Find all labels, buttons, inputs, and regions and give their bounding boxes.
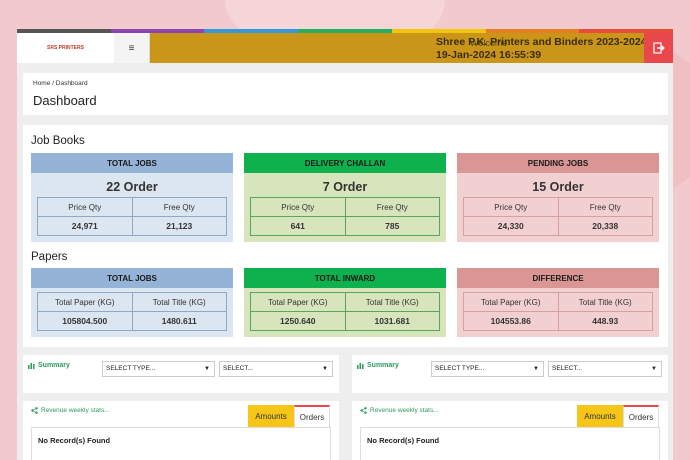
card-header: PENDING JOBS xyxy=(457,153,659,173)
price-qty-label: Price Qty xyxy=(37,197,133,217)
revenue-panel: No Record(s) Found xyxy=(31,427,331,460)
paper-total-jobs-card: TOTAL JOBS Total Paper (KG) Total Title (… xyxy=(31,268,233,337)
price-qty-value: 641 xyxy=(250,216,346,236)
revenue-label: Revenue weekly stats... xyxy=(360,407,439,414)
summary-label-text: Summary xyxy=(367,362,399,369)
summary-label-text: Summary xyxy=(38,362,70,369)
app-logo[interactable]: SRS PRINTERS xyxy=(17,33,114,63)
breadcrumb[interactable]: Home / Dashboard xyxy=(33,80,88,87)
chevron-down-icon: ▼ xyxy=(651,366,657,372)
bar-chart-icon xyxy=(357,363,364,369)
dashboard-stats-card: Job Books TOTAL JOBS 22 Order Price Qty F… xyxy=(23,125,668,347)
qty-table: Price Qty Free Qty 24,971 21,123 xyxy=(37,197,227,236)
free-qty-label: Free Qty xyxy=(344,197,440,217)
card-header: DELIVERY CHALLAN xyxy=(244,153,446,173)
logo-text: SRS PRINTERS xyxy=(47,45,84,51)
total-title-label: Total Title (KG) xyxy=(344,292,440,312)
bar-chart-icon xyxy=(28,363,35,369)
total-title-label: Total Title (KG) xyxy=(557,292,653,312)
share-icon xyxy=(31,407,38,414)
price-qty-label: Price Qty xyxy=(463,197,559,217)
total-title-value: 1480.611 xyxy=(131,311,227,331)
select-type-dropdown[interactable]: SELECT TYPE... ▼ xyxy=(102,361,215,377)
tab-amounts[interactable]: Amounts xyxy=(248,405,294,427)
papers-title: Papers xyxy=(31,251,68,263)
revenue-panel: No Record(s) Found xyxy=(360,427,660,460)
total-paper-label: Total Paper (KG) xyxy=(37,292,133,312)
price-qty-label: Price Qty xyxy=(250,197,346,217)
price-qty-value: 24,971 xyxy=(37,216,133,236)
revenue-label-text: Revenue weekly stats... xyxy=(41,407,110,414)
total-paper-label: Total Paper (KG) xyxy=(250,292,346,312)
chevron-down-icon: ▼ xyxy=(533,366,539,372)
hamburger-icon: ≡ xyxy=(128,42,135,54)
revenue-card: Revenue weekly stats... Amounts Orders N… xyxy=(352,401,668,460)
total-jobs-card: TOTAL JOBS 22 Order Price Qty Free Qty 24… xyxy=(31,153,233,242)
summary-label: Summary xyxy=(357,362,399,369)
select-value: SELECT... xyxy=(223,365,253,372)
total-paper-label: Total Paper (KG) xyxy=(463,292,559,312)
select-dropdown[interactable]: SELECT... ▼ xyxy=(548,361,662,377)
qty-table: Price Qty Free Qty 24,330 20,338 xyxy=(463,197,653,236)
card-header: DIFFERENCE xyxy=(457,268,659,288)
order-count: 7 Order xyxy=(322,180,368,194)
card-header: TOTAL INWARD xyxy=(244,268,446,288)
summary-card: Summary SELECT TYPE... ▼ SELECT... ▼ xyxy=(352,355,668,393)
app-window: SRS PRINTERS ≡ Welcome Shree P.K. Printe… xyxy=(17,29,673,460)
qty-table: Price Qty Free Qty 641 785 xyxy=(250,197,440,236)
sidebar-toggle-button[interactable]: ≡ xyxy=(114,33,150,63)
order-count: 15 Order xyxy=(532,180,584,194)
card-header: TOTAL JOBS xyxy=(31,268,233,288)
select-value: SELECT... xyxy=(552,365,582,372)
tab-orders[interactable]: Orders xyxy=(294,405,330,427)
paper-table: Total Paper (KG) Total Title (KG) 104553.… xyxy=(463,292,653,331)
breadcrumb-card: Home / Dashboard Dashboard xyxy=(23,73,668,115)
pending-jobs-card: PENDING JOBS 15 Order Price Qty Free Qty … xyxy=(457,153,659,242)
revenue-label: Revenue weekly stats... xyxy=(31,407,110,414)
free-qty-value: 785 xyxy=(344,216,440,236)
paper-table: Total Paper (KG) Total Title (KG) 105804.… xyxy=(37,292,227,331)
select-type-value: SELECT TYPE... xyxy=(106,365,156,372)
free-qty-value: 20,338 xyxy=(557,216,653,236)
empty-state: No Record(s) Found xyxy=(38,436,111,445)
total-title-value: 448.93 xyxy=(557,311,653,331)
revenue-card: Revenue weekly stats... Amounts Orders N… xyxy=(23,401,339,460)
select-type-value: SELECT TYPE... xyxy=(435,365,485,372)
logout-icon xyxy=(652,42,665,54)
total-paper-value: 105804.500 xyxy=(37,311,133,331)
revenue-label-text: Revenue weekly stats... xyxy=(370,407,439,414)
tab-orders[interactable]: Orders xyxy=(623,405,659,427)
total-inward-card: TOTAL INWARD Total Paper (KG) Total Title… xyxy=(244,268,446,337)
current-datetime: 19-Jan-2024 16:55:39 xyxy=(436,49,542,61)
order-count: 22 Order xyxy=(106,180,158,194)
price-qty-value: 24,330 xyxy=(463,216,559,236)
company-name: Shree P.K. Printers and Binders 2023-202… xyxy=(436,36,647,48)
delivery-challan-card: DELIVERY CHALLAN 7 Order Price Qty Free Q… xyxy=(244,153,446,242)
select-dropdown[interactable]: SELECT... ▼ xyxy=(219,361,333,377)
summary-card: Summary SELECT TYPE... ▼ SELECT... ▼ xyxy=(23,355,339,393)
free-qty-label: Free Qty xyxy=(557,197,653,217)
tab-amounts[interactable]: Amounts xyxy=(577,405,623,427)
card-header: TOTAL JOBS xyxy=(31,153,233,173)
chevron-down-icon: ▼ xyxy=(204,366,210,372)
free-qty-label: Free Qty xyxy=(131,197,227,217)
total-paper-value: 1250.640 xyxy=(250,311,346,331)
difference-card: DIFFERENCE Total Paper (KG) Total Title (… xyxy=(457,268,659,337)
empty-state: No Record(s) Found xyxy=(367,436,440,445)
summary-label: Summary xyxy=(28,362,70,369)
top-navbar: SRS PRINTERS ≡ Welcome Shree P.K. Printe… xyxy=(17,33,673,63)
select-type-dropdown[interactable]: SELECT TYPE... ▼ xyxy=(431,361,544,377)
chevron-down-icon: ▼ xyxy=(322,366,328,372)
logout-button[interactable] xyxy=(644,33,673,63)
total-paper-value: 104553.86 xyxy=(463,311,559,331)
total-title-label: Total Title (KG) xyxy=(131,292,227,312)
total-title-value: 1031.681 xyxy=(344,311,440,331)
page-title: Dashboard xyxy=(33,93,97,108)
job-books-title: Job Books xyxy=(31,135,85,147)
free-qty-value: 21,123 xyxy=(131,216,227,236)
share-icon xyxy=(360,407,367,414)
paper-table: Total Paper (KG) Total Title (KG) 1250.64… xyxy=(250,292,440,331)
